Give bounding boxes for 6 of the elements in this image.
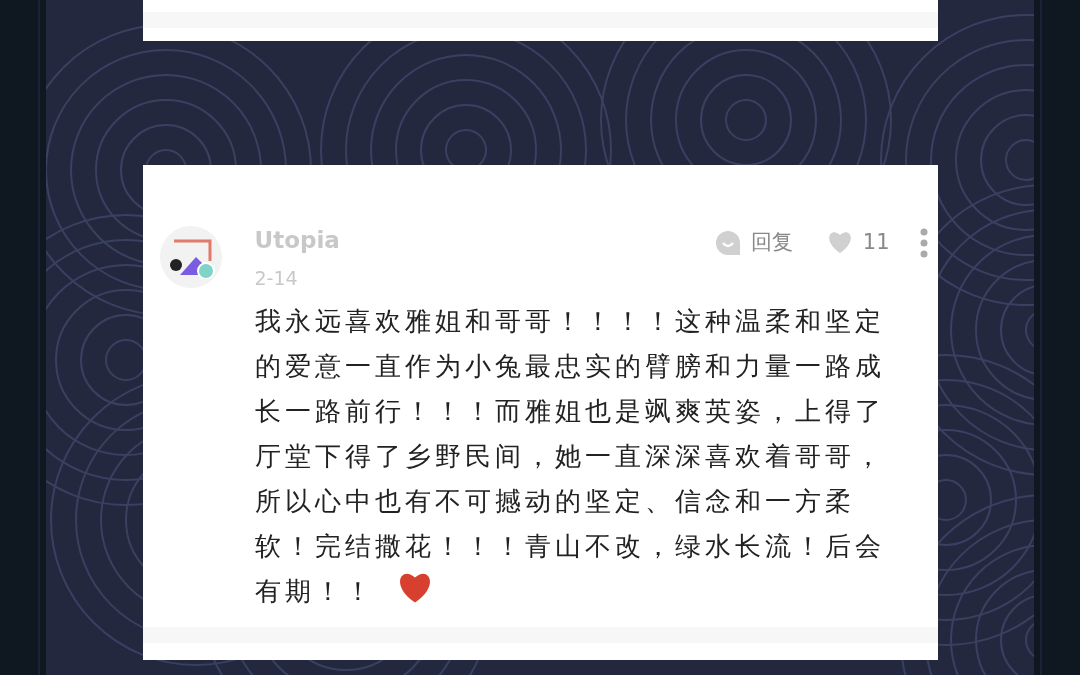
heart-icon — [826, 231, 853, 255]
comment-text: 我永远喜欢雅姐和哥哥！！！！这种温柔和坚定的爱意一直作为小兔最忠实的臂膀和力量一路成长一路前行！！！而雅姐也是飒爽英姿，上得了厅堂下得了乡野民间，她一直深深喜欢着哥哥，所以心中也有不可撼动的坚定、信念和一方柔软！完结撒花！！！青山不改，绿水长流！后会有期！！ — [254, 304, 886, 608]
chat-bubble-icon — [714, 229, 741, 256]
more-options-icon[interactable] — [919, 227, 928, 258]
reply-button[interactable]: 回复 — [714, 227, 793, 259]
like-button[interactable]: 11 — [826, 227, 890, 259]
